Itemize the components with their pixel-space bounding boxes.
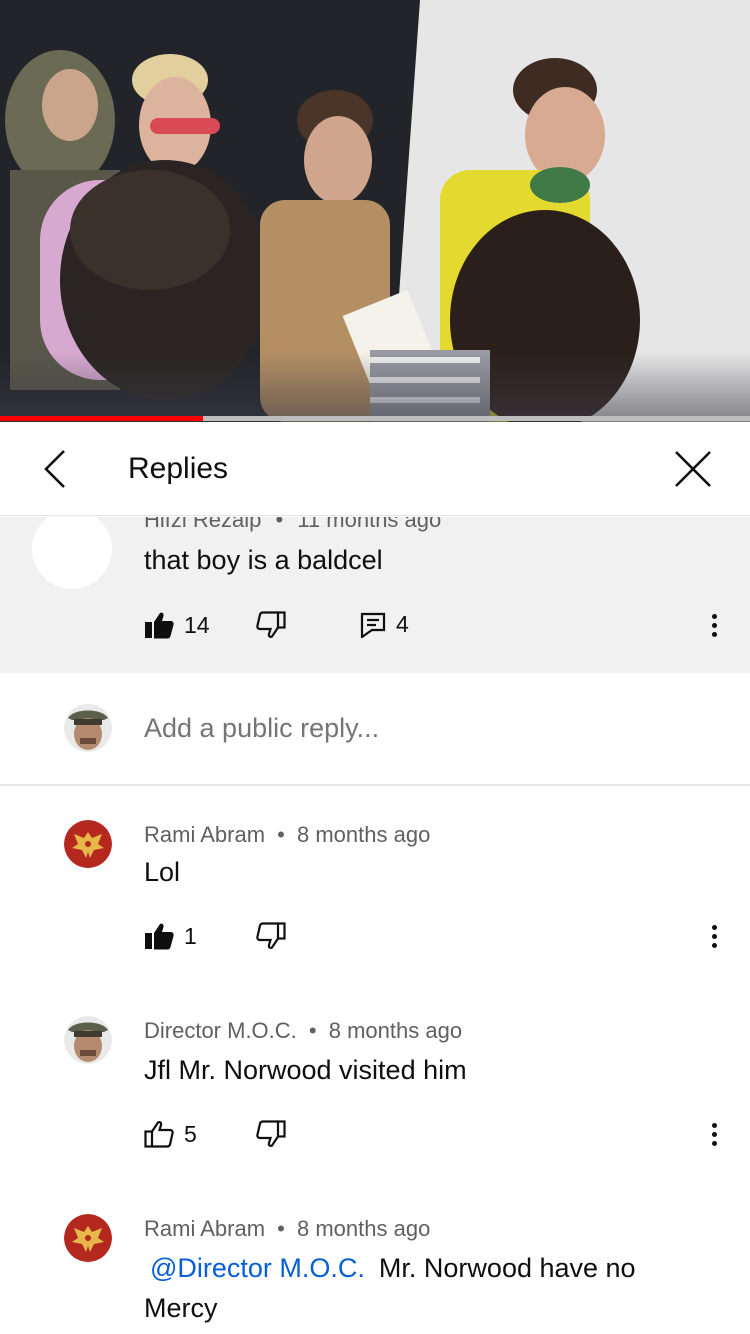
comment-time: 11 months ago: [297, 517, 442, 532]
more-vert-icon: [711, 1122, 717, 1128]
thumbs-down-icon: [256, 922, 286, 949]
comment-author[interactable]: Rami Abram: [144, 822, 265, 847]
dislike-button[interactable]: [256, 1120, 286, 1153]
back-chevron-icon: [44, 450, 65, 488]
avatar[interactable]: [64, 820, 112, 868]
like-count: 1: [184, 922, 197, 949]
more-vert-icon: [711, 924, 717, 930]
add-reply-row: [0, 673, 750, 786]
comment-text: Lol: [144, 857, 181, 887]
comment-meta: Rami Abram • 8 months ago: [144, 822, 430, 848]
comment-author[interactable]: Rami Abram: [144, 1216, 265, 1241]
comment-time: 8 months ago: [328, 1018, 463, 1043]
thumbs-up-icon: [145, 612, 174, 639]
comment-actions: 5: [144, 1114, 444, 1154]
reply-item: Rami Abram • 8 months ago @Director M.O.…: [0, 1184, 750, 1334]
video-progress-fill: [0, 416, 203, 421]
meta-separator: •: [308, 1018, 317, 1043]
avatar[interactable]: [32, 517, 112, 589]
comment-time: 8 months ago: [297, 1216, 431, 1241]
comment-meta: Hifzi Rezaip • 11 months ago: [144, 517, 441, 533]
meta-separator: •: [275, 517, 284, 532]
comment-time: 8 months ago: [297, 822, 431, 847]
like-button[interactable]: 5: [144, 1120, 197, 1148]
comment-actions: 1: [144, 916, 444, 956]
reply-item: Rami Abram • 8 months ago Lol 1: [0, 786, 750, 986]
avatar: [64, 704, 112, 757]
comment-meta: Rami Abram • 8 months ago: [144, 1216, 430, 1242]
comment-actions: 14 4: [144, 605, 744, 645]
like-button[interactable]: 1: [144, 922, 197, 950]
more-vert-icon: [711, 613, 717, 619]
video-player[interactable]: [0, 0, 750, 422]
meta-separator: •: [277, 822, 285, 847]
thumbs-up-icon: [145, 923, 174, 950]
like-button[interactable]: 14: [144, 611, 210, 639]
user-avatar-icon: [64, 704, 112, 752]
close-icon: [675, 451, 711, 487]
add-reply-input[interactable]: [144, 713, 704, 744]
back-button[interactable]: [30, 444, 80, 494]
avatar[interactable]: [64, 1016, 112, 1064]
more-options-button[interactable]: [700, 1114, 728, 1154]
reply-button[interactable]: 4: [360, 611, 409, 638]
reply-icon: [360, 612, 386, 638]
mention-link[interactable]: @Director M.O.C.: [150, 1253, 365, 1283]
dislike-button[interactable]: [256, 611, 286, 644]
comment-text: that boy is a baldcel: [144, 545, 383, 575]
dislike-button[interactable]: [256, 922, 286, 955]
comment-meta: Director M.O.C. • 8 months ago: [144, 1018, 462, 1044]
page-title: Replies: [128, 452, 229, 485]
thumbs-up-icon: [144, 1121, 174, 1148]
comment-author[interactable]: Director M.O.C.: [144, 1018, 297, 1043]
comment-author[interactable]: Hifzi Rezaip: [144, 517, 261, 532]
reply-count: 4: [396, 611, 409, 637]
like-count: 5: [184, 1120, 197, 1147]
avatar[interactable]: [64, 1214, 112, 1262]
thumbs-down-icon: [256, 1120, 286, 1147]
meta-separator: •: [277, 1216, 285, 1241]
more-options-button[interactable]: [700, 605, 728, 645]
reply-item: Director M.O.C. • 8 months ago Jfl Mr. N…: [0, 986, 750, 1184]
video-progress-bar[interactable]: [0, 416, 750, 421]
eagle-emblem-avatar-icon: [64, 820, 112, 868]
comment-text: @Director M.O.C. Mr. Norwood have no Merc…: [144, 1248, 704, 1328]
user-avatar-icon: [64, 1016, 112, 1064]
more-options-button[interactable]: [700, 916, 728, 956]
replies-header: Replies: [0, 422, 750, 516]
parent-comment: Hifzi Rezaip • 11 months ago that boy is…: [0, 517, 750, 673]
thumbs-down-icon: [256, 611, 286, 638]
like-count: 14: [184, 611, 210, 638]
close-button[interactable]: [668, 444, 718, 494]
eagle-emblem-avatar-icon: [64, 1214, 112, 1262]
comment-text: Jfl Mr. Norwood visited him: [144, 1055, 467, 1085]
